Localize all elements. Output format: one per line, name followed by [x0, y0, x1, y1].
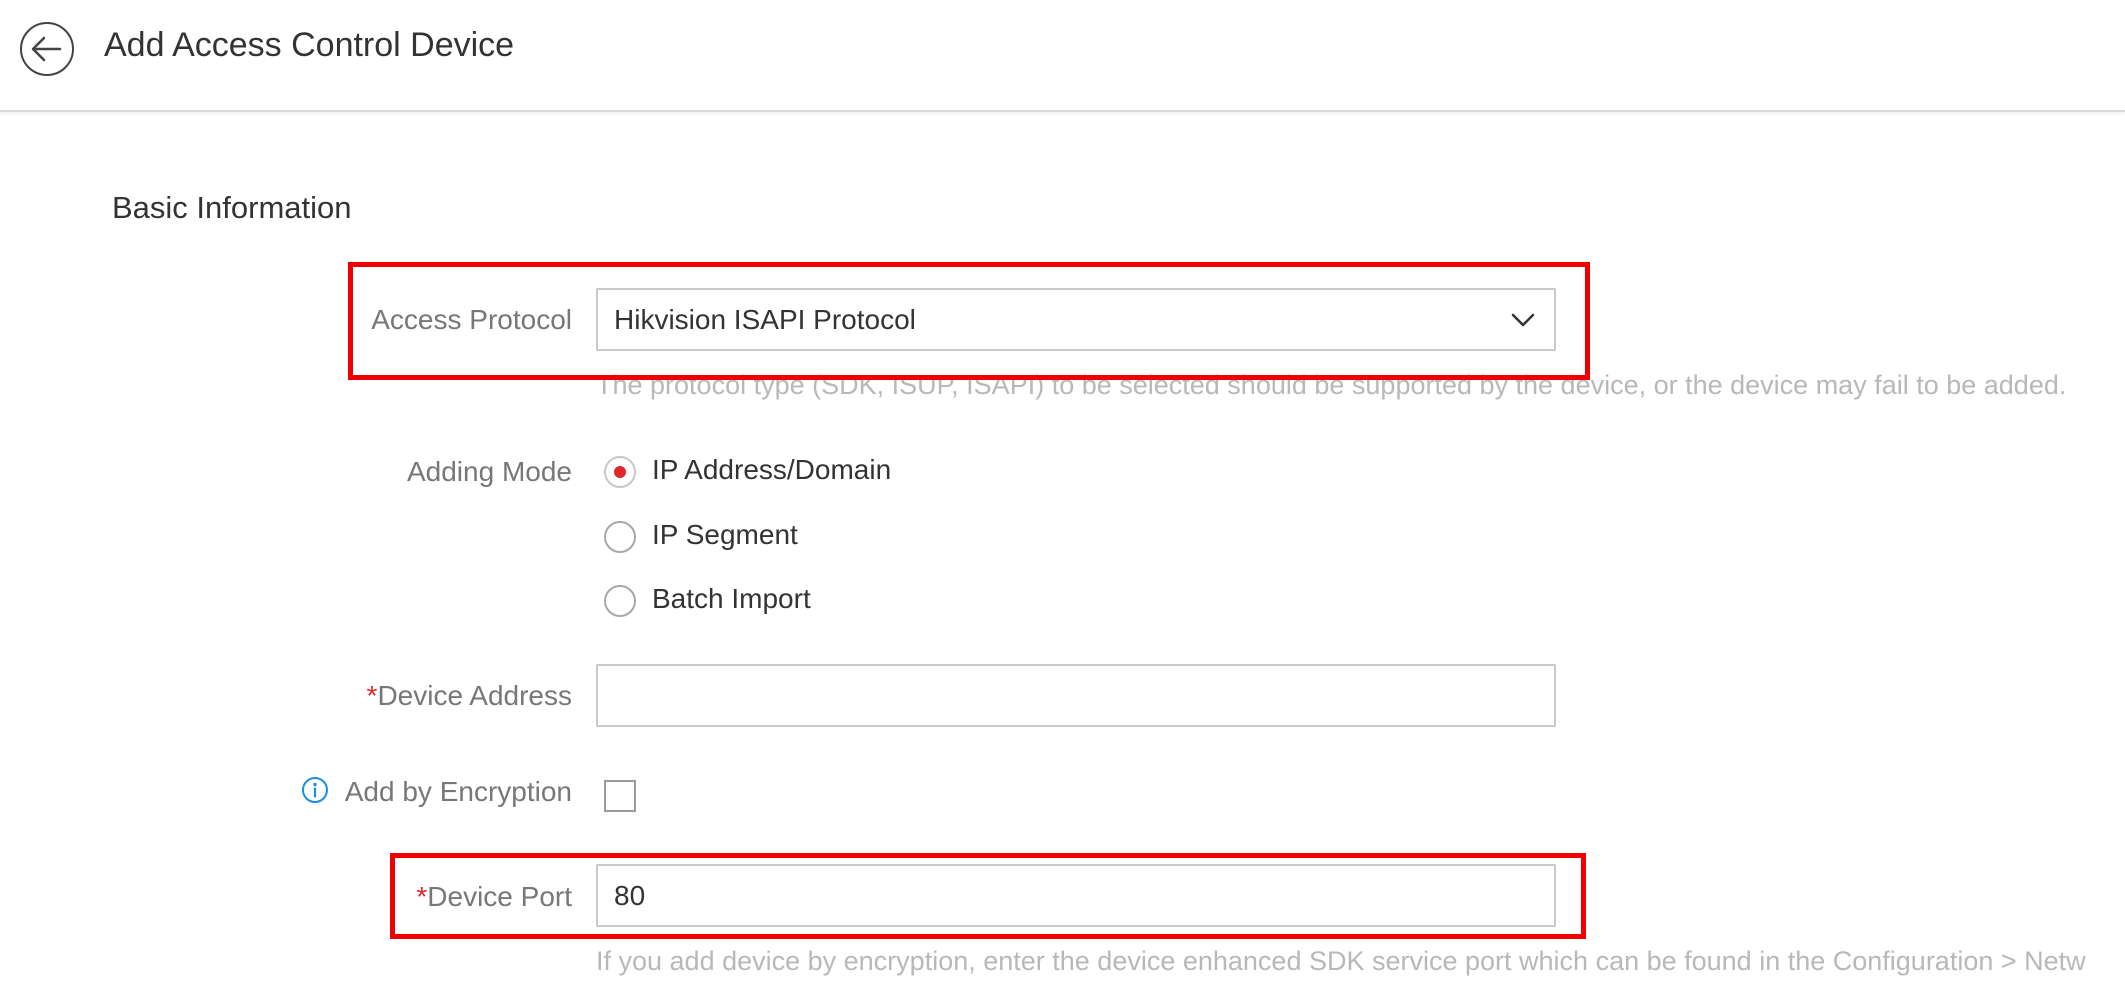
required-mark: *: [416, 881, 428, 912]
device-port-value: 80: [614, 880, 646, 911]
access-protocol-hint: The protocol type (SDK, ISUP, ISAPI) to …: [596, 370, 2067, 400]
radio-button[interactable]: [604, 456, 636, 488]
radio-button[interactable]: [604, 585, 636, 617]
device-address-label: *Device Address: [367, 680, 572, 712]
info-icon[interactable]: [301, 776, 329, 804]
device-port-hint: If you add device by encryption, enter t…: [596, 946, 2086, 976]
page-title: Add Access Control Device: [104, 26, 515, 64]
adding-mode-label: Adding Mode: [406, 456, 572, 487]
radio-label: IP Address/Domain: [652, 454, 892, 485]
add-device-page: Add Access Control Device Basic Informat…: [0, 0, 2125, 1002]
back-button[interactable]: [20, 22, 74, 76]
device-address-input[interactable]: [596, 664, 1556, 727]
device-port-label: *Device Port: [416, 881, 572, 913]
access-protocol-value: Hikvision ISAPI Protocol: [614, 304, 916, 335]
section-title: Basic Information: [112, 190, 352, 225]
add-by-encryption-checkbox[interactable]: [604, 780, 636, 812]
device-port-input[interactable]: 80: [596, 864, 1556, 927]
radio-label: Batch Import: [652, 583, 811, 614]
chevron-down-icon: [1511, 313, 1535, 327]
add-by-encryption-label: Add by Encryption: [301, 776, 572, 808]
add-by-encryption-label-text: Add by Encryption: [344, 776, 572, 807]
radio-button[interactable]: [604, 521, 636, 553]
access-protocol-select[interactable]: Hikvision ISAPI Protocol: [596, 288, 1556, 351]
radio-selected-dot: [614, 466, 626, 478]
page-header: Add Access Control Device: [0, 0, 2125, 112]
required-mark: *: [366, 680, 378, 711]
device-address-label-text: Device Address: [377, 680, 572, 711]
arrow-left-icon: [31, 36, 62, 62]
access-protocol-label: Access Protocol: [371, 304, 572, 335]
device-port-label-text: Device Port: [427, 881, 572, 912]
radio-label: IP Segment: [652, 519, 798, 550]
